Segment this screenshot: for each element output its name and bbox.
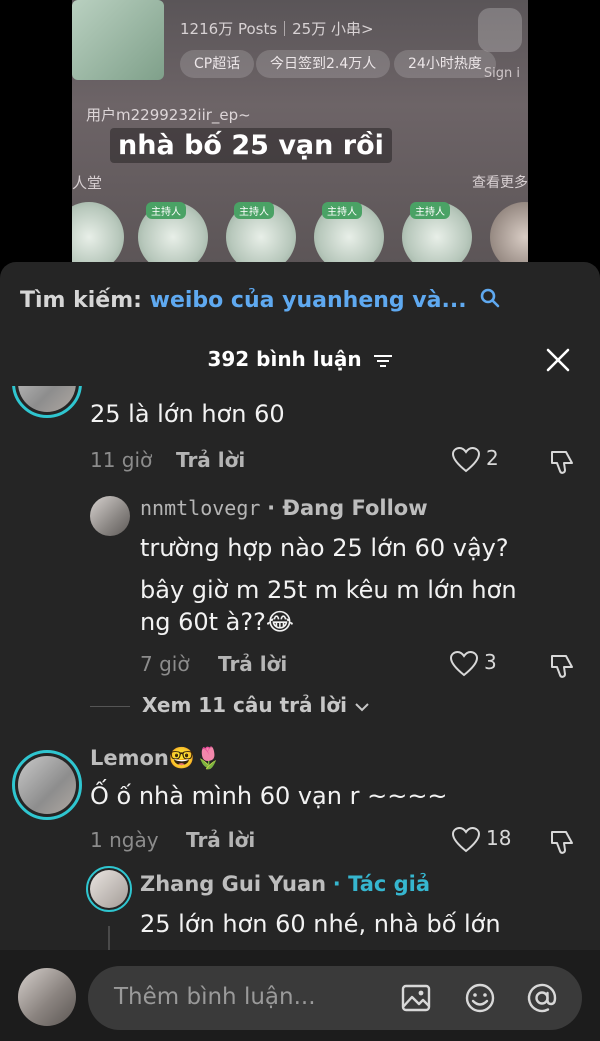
hall-label: 人堂 xyxy=(72,174,103,192)
video-username: 用户m2299232iir_ep~ xyxy=(86,106,251,124)
reply-avatar[interactable] xyxy=(90,496,130,536)
heart-icon xyxy=(449,650,479,676)
topic-cover-image xyxy=(72,0,164,80)
reply-text-line: ng 60t à??😂 xyxy=(140,608,294,636)
host-avatar xyxy=(72,202,124,264)
dislike-icon[interactable] xyxy=(548,448,576,476)
comment-username[interactable]: Lemon🤓🌷 xyxy=(90,746,221,770)
like-count: 2 xyxy=(486,446,499,470)
image-icon[interactable] xyxy=(400,982,432,1014)
comment-author[interactable]: Lemon🤓🌷 xyxy=(90,746,221,771)
host-avatar: 主持人 xyxy=(314,202,384,264)
video-caption: nhà bố 25 vạn rồi xyxy=(110,128,392,163)
heart-icon xyxy=(451,826,481,852)
host-tag: 主持人 xyxy=(322,202,362,219)
emoji-icon[interactable] xyxy=(464,982,496,1014)
search-suggestion[interactable]: Tìm kiếm: weibo của yuanheng và... xyxy=(20,288,500,314)
reply-button[interactable]: Trả lời xyxy=(186,828,255,852)
comment-input[interactable]: Thêm bình luận... xyxy=(88,966,582,1030)
reply-avatar[interactable] xyxy=(86,866,132,912)
close-icon[interactable] xyxy=(546,348,570,372)
dislike-icon[interactable] xyxy=(548,652,576,680)
host-tag: 主持人 xyxy=(410,202,450,219)
comment-text: 25 là lớn hơn 60 xyxy=(90,400,285,428)
comment-sheet: Tìm kiếm: weibo của yuanheng và... 392 b… xyxy=(0,262,600,1041)
topic-stats: 1216万 Posts｜25万 小串> xyxy=(180,20,374,38)
comment-composer: Thêm bình luận... xyxy=(0,950,600,1041)
reply-time: 7 giờ xyxy=(140,652,190,676)
sign-in-icon xyxy=(478,8,522,52)
search-icon[interactable] xyxy=(480,288,500,314)
pill-hot: 24小时热度 xyxy=(394,50,496,78)
video-preview[interactable]: 1216万 Posts｜25万 小串> CP超话 今日签到2.4万人 24小时热… xyxy=(72,0,528,264)
my-avatar xyxy=(18,968,76,1026)
sort-icon[interactable] xyxy=(373,353,393,369)
reply-button[interactable]: Trả lời xyxy=(176,448,245,472)
search-label: Tìm kiếm: xyxy=(20,288,142,313)
comment-count: 392 bình luận xyxy=(207,347,362,371)
like-button[interactable]: 2 xyxy=(451,446,499,473)
pill-checkin: 今日签到2.4万人 xyxy=(256,50,391,78)
like-button[interactable]: 18 xyxy=(451,826,512,853)
reply-text-line: 25 lớn hơn 60 nhé, nhà bố lớn xyxy=(140,910,501,938)
comment-count-header: 392 bình luận xyxy=(0,347,600,371)
reply-author[interactable]: Zhang Gui Yuan · Tác giả xyxy=(140,872,430,896)
comment-text: Ố ố nhà mình 60 vạn r ~~~~ xyxy=(90,782,448,810)
comment-placeholder: Thêm bình luận... xyxy=(114,984,316,1010)
reply-button[interactable]: Trả lời xyxy=(218,652,287,676)
host-tag: 主持人 xyxy=(146,202,186,219)
like-count: 3 xyxy=(484,650,497,674)
dislike-icon[interactable] xyxy=(548,828,576,856)
view-more-label: 查看更多 xyxy=(472,175,528,191)
host-avatar: 主持人 xyxy=(402,202,472,264)
comment-avatar[interactable] xyxy=(12,386,82,418)
like-button[interactable]: 3 xyxy=(449,650,497,677)
heart-icon xyxy=(451,446,481,472)
reply-username[interactable]: Zhang Gui Yuan xyxy=(140,872,326,896)
comment-time: 1 ngày xyxy=(90,828,159,852)
like-count: 18 xyxy=(486,826,512,850)
view-more-label: Xem 11 câu trả lời xyxy=(142,693,347,717)
host-avatar: 主持人 xyxy=(226,202,296,264)
reply-username[interactable]: nnmtlovegr xyxy=(140,496,260,520)
comment-avatar[interactable] xyxy=(12,750,82,820)
host-tag: 主持人 xyxy=(234,202,274,219)
comment-list[interactable]: 25 là lớn hơn 60 11 giờ Trả lời 2 nnmtlo… xyxy=(0,386,600,966)
reply-text-line: trường hợp nào 25 lớn 60 vậy? xyxy=(140,534,509,562)
host-avatar xyxy=(490,202,528,264)
search-query[interactable]: weibo của yuanheng và... xyxy=(150,288,467,313)
divider xyxy=(90,706,130,707)
follow-badge: · Đang Follow xyxy=(267,496,428,520)
view-more-replies[interactable]: Xem 11 câu trả lời xyxy=(90,693,370,717)
comment-time: 11 giờ xyxy=(90,448,153,472)
chevron-down-icon xyxy=(355,703,369,712)
pill-cp: CP超话 xyxy=(180,50,255,78)
sign-in-label: Sign i xyxy=(483,66,520,81)
author-badge: · Tác giả xyxy=(332,872,431,896)
reply-author[interactable]: nnmtlovegr · Đang Follow xyxy=(140,496,428,520)
mention-icon[interactable] xyxy=(526,982,558,1014)
host-avatar: 主持人 xyxy=(138,202,208,264)
